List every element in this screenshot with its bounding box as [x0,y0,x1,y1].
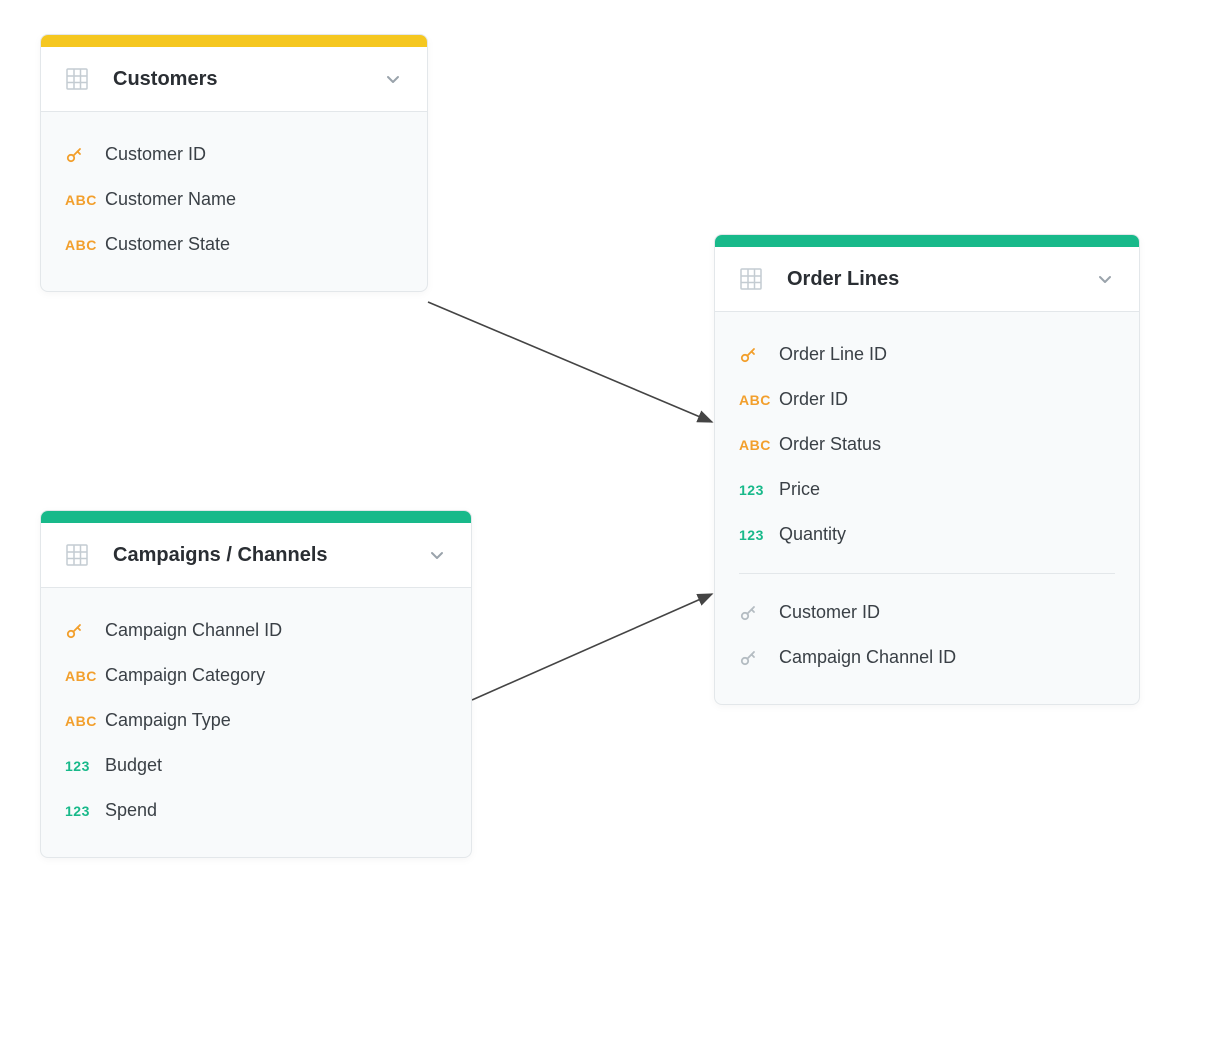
field-label: Campaign Category [105,665,265,686]
card-accent-bar [41,35,427,47]
abc-icon: ABC [65,668,105,684]
arrow-customers-to-orderlines [428,302,712,422]
field-label: Budget [105,755,162,776]
key-icon [65,146,105,164]
abc-icon: ABC [65,237,105,253]
abc-icon: ABC [739,437,779,453]
chevron-down-icon[interactable] [383,69,403,89]
card-accent-bar [41,511,471,523]
field-label: Order ID [779,389,848,410]
abc-icon: ABC [739,392,779,408]
foreign-key-icon [739,649,779,667]
field-row-campaign-category[interactable]: ABC Campaign Category [65,653,447,698]
field-label: Customer ID [105,144,206,165]
key-icon [739,346,779,364]
table-card-order-lines[interactable]: Order Lines Order Line ID ABC Order ID A… [714,234,1140,705]
abc-icon: ABC [65,713,105,729]
field-label: Order Status [779,434,881,455]
field-row-fk-campaign-channel-id[interactable]: Campaign Channel ID [739,635,1115,680]
card-accent-bar [715,235,1139,247]
number-icon: 123 [739,482,779,498]
field-label: Campaign Channel ID [105,620,282,641]
diagram-canvas: Customers Customer ID ABC Customer Name … [0,0,1224,1040]
field-label: Campaign Type [105,710,231,731]
field-row-quantity[interactable]: 123 Quantity [739,512,1115,557]
field-label: Customer State [105,234,230,255]
chevron-down-icon[interactable] [1095,269,1115,289]
arrow-campaigns-to-orderlines [472,594,712,700]
field-row-spend[interactable]: 123 Spend [65,788,447,833]
field-row-price[interactable]: 123 Price [739,467,1115,512]
number-icon: 123 [739,527,779,543]
field-row-fk-customer-id[interactable]: Customer ID [739,590,1115,635]
table-card-customers[interactable]: Customers Customer ID ABC Customer Name … [40,34,428,292]
field-row-order-status[interactable]: ABC Order Status [739,422,1115,467]
card-body: Customer ID ABC Customer Name ABC Custom… [41,112,427,291]
field-row-order-line-id[interactable]: Order Line ID [739,332,1115,377]
abc-icon: ABC [65,192,105,208]
foreign-key-icon [739,604,779,622]
field-label: Spend [105,800,157,821]
field-label: Quantity [779,524,846,545]
field-label: Customer ID [779,602,880,623]
field-label: Campaign Channel ID [779,647,956,668]
card-header: Customers [41,47,427,112]
section-divider [739,573,1115,574]
field-label: Price [779,479,820,500]
card-body: Order Line ID ABC Order ID ABC Order Sta… [715,312,1139,704]
number-icon: 123 [65,803,105,819]
card-body: Campaign Channel ID ABC Campaign Categor… [41,588,471,857]
chevron-down-icon[interactable] [427,545,447,565]
field-row-customer-state[interactable]: ABC Customer State [65,222,403,267]
field-row-customer-id[interactable]: Customer ID [65,132,403,177]
table-icon [65,67,89,91]
card-title: Campaigns / Channels [113,544,427,567]
field-row-order-id[interactable]: ABC Order ID [739,377,1115,422]
field-label: Order Line ID [779,344,887,365]
table-icon [739,267,763,291]
card-header: Campaigns / Channels [41,523,471,588]
field-row-customer-name[interactable]: ABC Customer Name [65,177,403,222]
field-label: Customer Name [105,189,236,210]
key-icon [65,622,105,640]
card-title: Customers [113,68,383,91]
card-header: Order Lines [715,247,1139,312]
table-card-campaigns[interactable]: Campaigns / Channels Campaign Channel ID… [40,510,472,858]
number-icon: 123 [65,758,105,774]
field-row-campaign-type[interactable]: ABC Campaign Type [65,698,447,743]
table-icon [65,543,89,567]
field-row-campaign-channel-id[interactable]: Campaign Channel ID [65,608,447,653]
field-row-budget[interactable]: 123 Budget [65,743,447,788]
card-title: Order Lines [787,268,1095,291]
